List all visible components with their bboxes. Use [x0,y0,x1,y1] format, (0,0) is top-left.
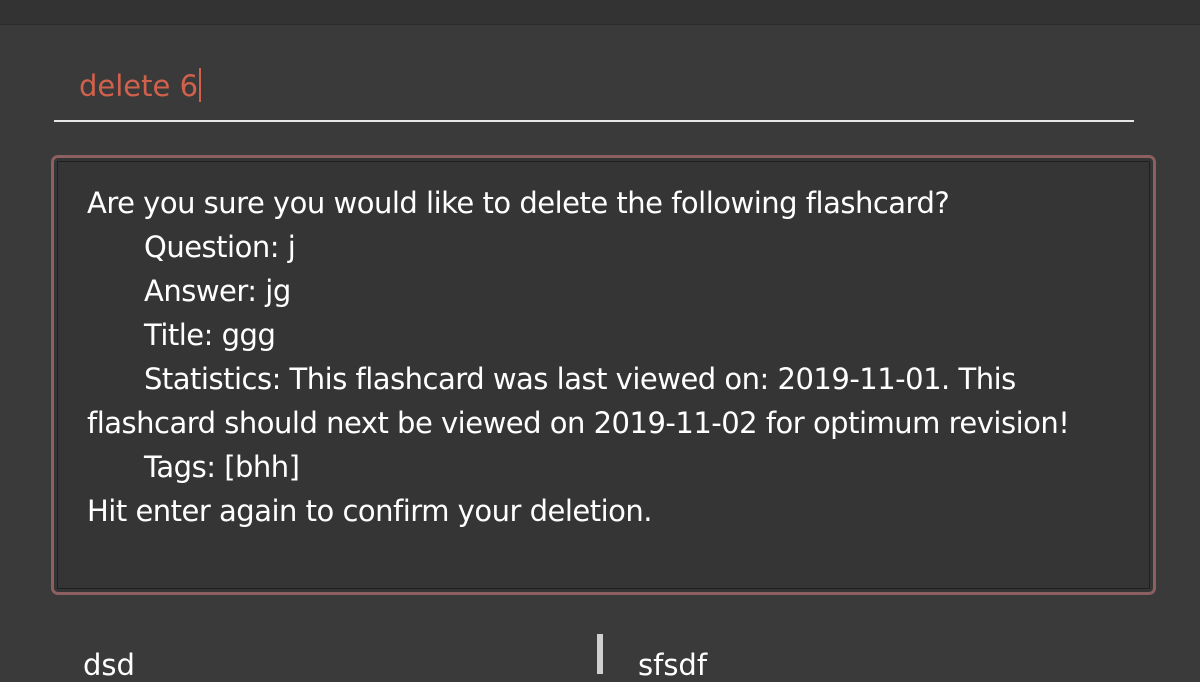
top-menu-strip [0,0,1200,25]
command-input-value: delete 6 [79,69,199,103]
result-display-inner: Are you sure you would like to delete th… [57,161,1150,589]
result-line-prompt: Are you sure you would like to delete th… [87,186,950,220]
result-text: Are you sure you would like to delete th… [87,181,1137,533]
text-caret [199,68,202,102]
result-line-statistics-cont: flashcard should next be viewed on 2019-… [87,406,1070,440]
command-box[interactable]: delete 6 [54,52,1134,122]
result-line-answer: Answer: jg [144,274,291,308]
list-item[interactable]: dsd [83,648,135,682]
command-input[interactable]: delete 6 [79,68,202,103]
list-item[interactable]: sfsdf [638,648,707,682]
panel-divider[interactable] [597,634,603,674]
flashcard-list-area: dsd sfsdf [0,612,1200,682]
result-line-tags: Tags: [bhh] [144,450,300,484]
result-line-title: Title: ggg [144,318,276,352]
result-display: Are you sure you would like to delete th… [51,155,1156,595]
result-line-question: Question: j [144,230,296,264]
result-line-confirm: Hit enter again to confirm your deletion… [87,494,653,528]
result-line-statistics: Statistics: This flashcard was last view… [144,362,1016,396]
